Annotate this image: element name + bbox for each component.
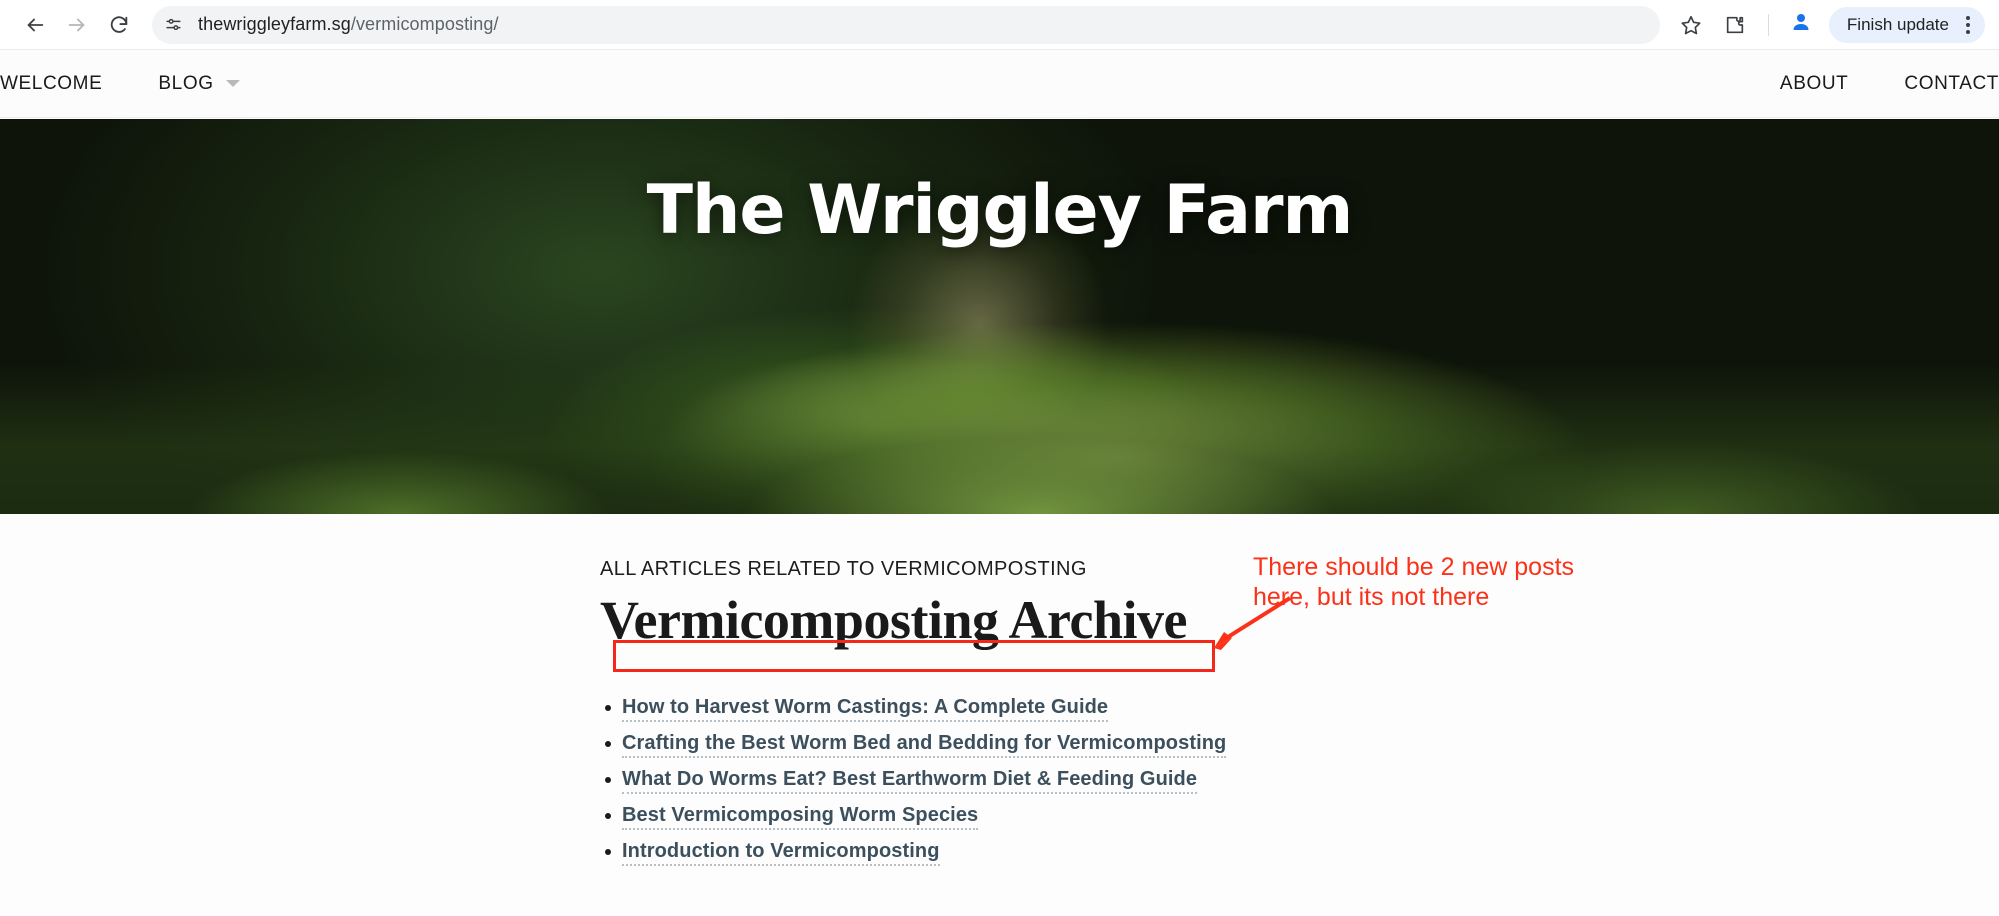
nav-left-group: WELCOME BLOG [0, 73, 268, 95]
site-title: The Wriggley Farm [646, 171, 1354, 250]
archive-eyebrow: ALL ARTICLES RELATED TO VERMICOMPOSTING [600, 558, 1087, 580]
site-settings-icon[interactable] [158, 10, 188, 40]
url-path: /vermicomposting/ [350, 14, 499, 34]
list-item: Best Vermicomposing Worm Species [605, 802, 1320, 831]
forward-button[interactable] [56, 4, 98, 46]
post-list: How to Harvest Worm Castings: A Complete… [600, 694, 1320, 867]
nav-item-label: CONTACT [1904, 72, 1999, 94]
url-host: thewriggleyfarm.sg [198, 14, 351, 34]
nav-item-label: WELCOME [0, 72, 103, 94]
profile-button[interactable] [1781, 5, 1821, 45]
post-link[interactable]: How to Harvest Worm Castings: A Complete… [622, 696, 1109, 723]
post-link[interactable]: Introduction to Vermicomposting [622, 840, 940, 867]
three-dot-menu-icon[interactable] [1957, 10, 1979, 40]
chevron-down-icon [225, 80, 240, 87]
address-bar[interactable]: thewriggleyfarm.sg/vermicomposting/ [152, 5, 1660, 44]
puzzle-piece-icon [1724, 14, 1746, 36]
list-item: Introduction to Vermicomposting [605, 838, 1320, 867]
hero-grass-overlay [0, 364, 1999, 514]
nav-item-about[interactable]: ABOUT [1780, 73, 1876, 95]
archive-block: ALL ARTICLES RELATED TO VERMICOMPOSTING … [600, 558, 1320, 874]
list-item: Crafting the Best Worm Bed and Bedding f… [605, 730, 1320, 759]
toolbar-divider [1767, 13, 1769, 36]
nav-item-blog[interactable]: BLOG [130, 73, 267, 95]
post-link[interactable]: Best Vermicomposing Worm Species [622, 804, 979, 831]
finish-update-button[interactable]: Finish update [1828, 6, 1985, 43]
finish-update-label: Finish update [1846, 14, 1949, 34]
list-item: How to Harvest Worm Castings: A Complete… [605, 694, 1320, 723]
browser-toolbar: thewriggleyfarm.sg/vermicomposting/ Fini… [0, 0, 1999, 50]
site-navigation: WELCOME BLOG ABOUT CONTACT [0, 50, 1999, 118]
extensions-button[interactable] [1714, 4, 1756, 46]
nav-item-label: BLOG [158, 72, 214, 94]
reload-icon [108, 14, 130, 36]
annotation-text: There should be 2 new posts here, but it… [1253, 553, 1613, 612]
annotation-line-2: here, but its not there [1253, 582, 1490, 611]
post-link[interactable]: Crafting the Best Worm Bed and Bedding f… [622, 732, 1227, 759]
profile-avatar-icon [1789, 10, 1813, 39]
post-link[interactable]: What Do Worms Eat? Best Earthworm Diet &… [622, 768, 1198, 795]
nav-item-welcome[interactable]: WELCOME [0, 73, 130, 95]
forward-arrow-icon [66, 14, 88, 36]
nav-right-group: ABOUT CONTACT [1780, 73, 1999, 95]
page-content: ALL ARTICLES RELATED TO VERMICOMPOSTING … [0, 514, 1999, 916]
bookmark-button[interactable] [1670, 4, 1712, 46]
url-text[interactable]: thewriggleyfarm.sg/vermicomposting/ [198, 14, 499, 35]
nav-item-label: ABOUT [1779, 72, 1849, 94]
reload-button[interactable] [98, 4, 140, 46]
page-title: Vermicomposting Archive [600, 590, 1187, 650]
toolbar-actions: Finish update [1670, 4, 1985, 46]
annotation-line-1: There should be 2 new posts [1253, 553, 1575, 581]
hero-banner: The Wriggley Farm [0, 119, 1999, 514]
star-icon [1680, 14, 1702, 36]
list-item: What Do Worms Eat? Best Earthworm Diet &… [605, 766, 1320, 795]
back-button[interactable] [14, 4, 56, 46]
back-arrow-icon [24, 14, 46, 36]
nav-item-contact[interactable]: CONTACT [1876, 73, 1999, 95]
